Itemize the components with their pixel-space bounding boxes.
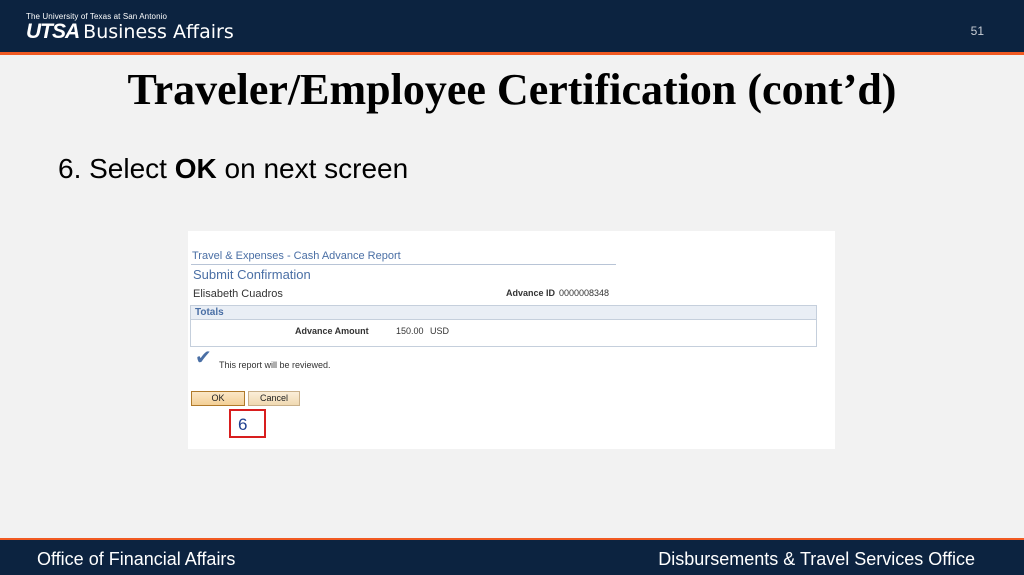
step-bold: OK: [174, 153, 217, 184]
screenshot-header: Travel & Expenses - Cash Advance Report: [192, 250, 401, 262]
footer-right-text: Disbursements & Travel Services Office: [658, 549, 975, 569]
slide-title: Traveler/Employee Certification (cont’d): [127, 65, 897, 114]
submit-confirmation-title: Submit Confirmation: [193, 267, 311, 282]
totals-panel: Totals Advance Amount 150.00 USD: [190, 305, 817, 347]
header-bar: The University of Texas at San Antonio U…: [0, 0, 1024, 52]
header-divider: [191, 264, 616, 265]
step-callout-box: 6: [229, 409, 266, 438]
step-prefix: 6. Select: [58, 153, 175, 184]
totals-header: Totals: [191, 306, 816, 320]
step-instruction: 6. Select OK on next screen: [58, 153, 408, 185]
footer-bar: Office of Financial Affairs Disbursement…: [0, 540, 1024, 575]
advance-id-label: Advance ID: [506, 288, 556, 298]
logo-utsa-text: UTSA: [26, 20, 80, 43]
totals-label: Totals: [195, 307, 224, 318]
ok-button[interactable]: OK: [191, 391, 245, 406]
step-suffix: on next screen: [216, 153, 409, 184]
callout-number: 6: [238, 415, 248, 434]
employee-name: Elisabeth Cuadros: [193, 288, 283, 300]
advance-amount-label: Advance Amount: [295, 326, 369, 336]
utsa-logo: UTSA Business Affairs: [26, 20, 234, 44]
header-accent-line: [0, 52, 1024, 55]
currency-code: USD: [430, 326, 450, 336]
cancel-button[interactable]: Cancel: [248, 391, 300, 406]
slide-number: 51: [970, 24, 984, 38]
footer-left-text: Office of Financial Affairs: [37, 549, 236, 569]
peoplesoft-screenshot: Travel & Expenses - Cash Advance Report …: [188, 231, 835, 449]
advance-amount-value: 150.00: [396, 326, 424, 336]
advance-id-value: 0000008348: [559, 288, 610, 298]
checkmark-icon: ✔: [195, 347, 212, 369]
logo-department-text: Business Affairs: [83, 21, 234, 43]
review-message: This report will be reviewed.: [219, 360, 331, 370]
